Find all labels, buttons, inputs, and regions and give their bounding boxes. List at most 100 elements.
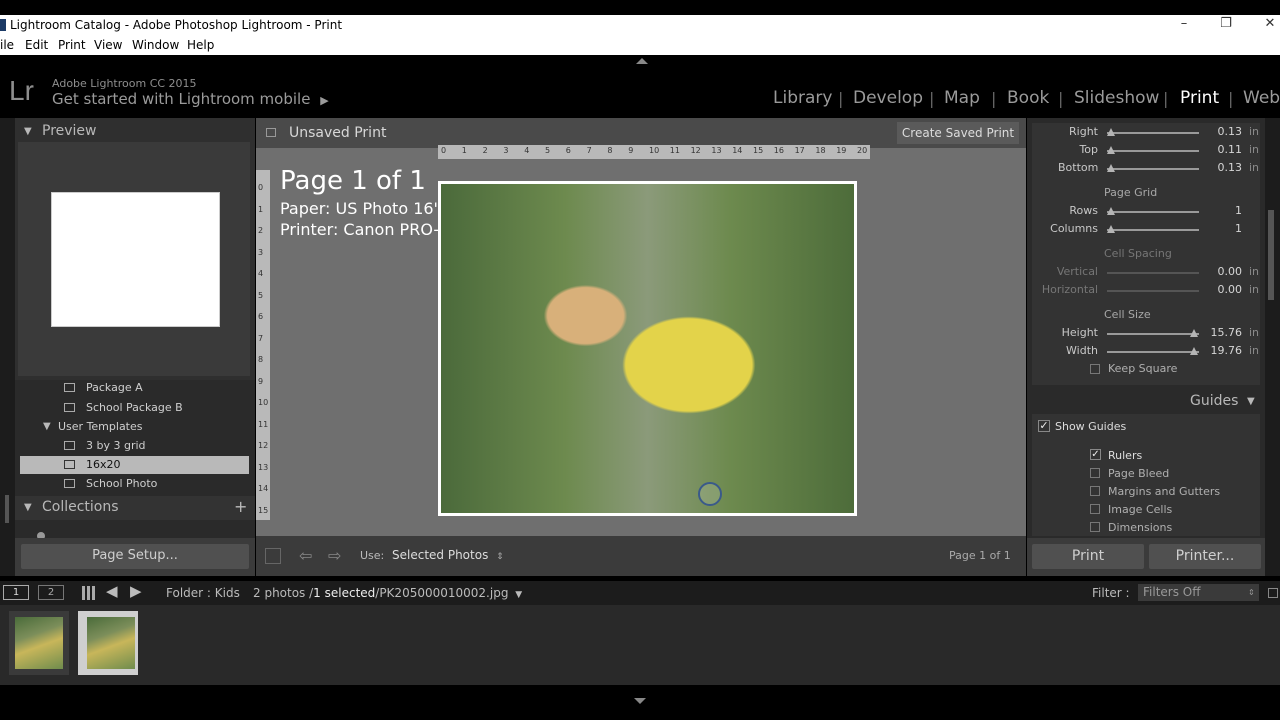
window-1-button[interactable]: 1 [3,585,29,600]
ruler-tick-label: 13 [711,146,722,155]
filmstrip-thumbnail[interactable] [9,611,69,675]
photo-cell[interactable] [441,184,854,513]
margins-gutters-checkbox[interactable] [1090,486,1100,496]
use-label: Use: [360,549,385,562]
close-icon[interactable]: ✕ [1254,15,1280,35]
guides-header[interactable]: Guides ▼ [1027,388,1265,414]
columns-slider[interactable] [1107,229,1199,231]
printer-button[interactable]: Printer... [1149,544,1261,569]
template-item[interactable]: 3 by 3 grid [20,437,249,455]
slider-knob[interactable] [1190,347,1198,355]
ruler-tick-label: 1 [258,204,264,214]
template-icon [64,441,75,450]
photo-count[interactable]: 2 photos /1 selected/PK205000010002.jpg … [253,586,522,600]
show-guides-checkbox[interactable]: ✓ [1038,420,1050,432]
module-slideshow[interactable]: Slideshow [1074,88,1159,108]
template-icon [64,479,75,488]
height-slider[interactable] [1107,333,1199,335]
collapse-triangle-icon[interactable]: ▼ [24,502,32,513]
collapse-triangle-icon[interactable]: ▼ [1247,396,1255,407]
keep-square-checkbox[interactable] [1090,364,1100,374]
page-setup-button[interactable]: Page Setup... [21,544,249,569]
margin-bottom-slider[interactable] [1107,168,1199,170]
margin-right-slider[interactable] [1107,132,1199,134]
collapse-filmstrip-icon[interactable] [634,698,646,704]
create-saved-print-button[interactable]: Create Saved Print [897,122,1019,144]
width-value[interactable]: 19.76 [1206,344,1243,357]
menu-file[interactable]: ile [0,38,14,52]
template-folder[interactable]: ▼ User Templates [20,418,249,436]
slider-knob[interactable] [1107,146,1115,154]
menu-edit[interactable]: Edit [25,38,48,52]
menu-help[interactable]: Help [187,38,214,52]
module-print[interactable]: Print [1180,88,1219,108]
horizontal-value[interactable]: 0.00 [1206,283,1243,296]
slider-knob[interactable] [1190,329,1198,337]
margin-top-value[interactable]: 0.11 [1206,143,1243,156]
vertical-value[interactable]: 0.00 [1206,265,1243,278]
expand-triangle-icon[interactable]: ▼ [43,421,51,432]
minimize-icon[interactable]: – [1168,15,1200,35]
dimensions-checkbox[interactable] [1090,522,1100,532]
ruler-tick-label: 6 [565,146,571,155]
dimensions-label: Dimensions [1108,521,1173,534]
menu-print[interactable]: Print [58,38,86,52]
vertical-spacing-slider[interactable] [1107,272,1199,274]
rows-slider[interactable] [1107,211,1199,213]
right-scrollbar[interactable] [1268,210,1274,300]
template-item[interactable]: Package A [20,380,249,398]
rulers-checkbox[interactable]: ✓ [1090,449,1101,460]
source-label[interactable]: Folder : Kids [166,586,240,600]
module-develop[interactable]: Develop [853,88,923,108]
slider-knob[interactable] [1107,207,1115,215]
forward-arrow-icon[interactable]: ▶ [130,582,142,600]
margin-right-value[interactable]: 0.13 [1206,125,1243,138]
preview-title[interactable]: Preview [42,123,97,139]
window-2-button[interactable]: 2 [38,585,64,600]
collections-header[interactable]: ▼ Collections + [15,496,255,520]
filter-select[interactable]: Filters Off ⇕ [1138,584,1259,601]
ruler-tick-label: 17 [794,146,805,155]
next-page-icon[interactable]: ⇨ [328,546,341,565]
template-item-selected[interactable]: 16x20 [20,456,249,474]
page-bleed-checkbox[interactable] [1090,468,1100,478]
horizontal-unit: in [1249,283,1260,296]
menu-view[interactable]: View [94,38,122,52]
previous-page-icon[interactable]: ⇦ [299,546,312,565]
horizontal-spacing-slider[interactable] [1107,290,1199,292]
module-library[interactable]: Library [773,88,832,108]
use-select[interactable]: Selected Photos ⇕ [392,548,504,562]
ruler-tick-label: 15 [753,146,764,155]
template-item[interactable]: School Package B [20,399,249,417]
width-slider[interactable] [1107,351,1199,353]
page-icon[interactable] [265,548,281,564]
page-preview [51,192,220,327]
print-button[interactable]: Print [1032,544,1144,569]
collapse-top-panel-icon[interactable] [636,58,648,64]
grid-view-icon[interactable] [82,586,96,600]
restore-icon[interactable]: ❐ [1210,15,1242,35]
collapse-triangle-icon[interactable]: ▼ [24,126,32,137]
left-scrollbar[interactable] [5,495,9,523]
slider-knob[interactable] [1107,225,1115,233]
print-page[interactable] [438,181,857,516]
slider-knob[interactable] [1107,164,1115,172]
height-value[interactable]: 15.76 [1206,326,1243,339]
back-arrow-icon[interactable]: ◀ [106,582,118,600]
module-book[interactable]: Book [1007,88,1049,108]
columns-value[interactable]: 1 [1206,222,1242,235]
filmstrip-thumbnail-selected[interactable] [78,611,138,675]
image-cells-checkbox[interactable] [1090,504,1100,514]
module-map[interactable]: Map [944,88,980,108]
menu-window[interactable]: Window [132,38,179,52]
rows-value[interactable]: 1 [1206,204,1242,217]
add-collection-icon[interactable]: + [234,497,247,516]
margin-top-slider[interactable] [1107,150,1199,152]
right-panel-edge[interactable] [1265,118,1280,576]
mobile-link[interactable]: Get started with Lightroom mobile ▶ [52,90,329,108]
slider-knob[interactable] [1107,128,1115,136]
template-item[interactable]: School Photo [20,475,249,493]
filter-lock-icon[interactable] [1268,588,1278,598]
module-web[interactable]: Web [1243,88,1280,108]
margin-bottom-value[interactable]: 0.13 [1206,161,1243,174]
